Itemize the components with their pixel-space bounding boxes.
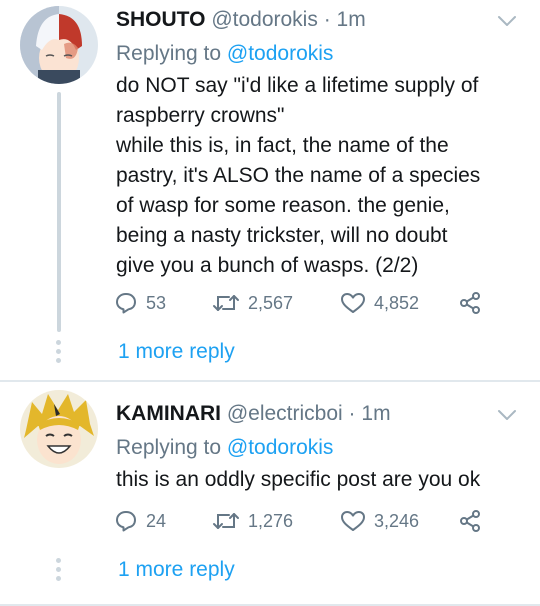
display-name[interactable]: KAMINARI xyxy=(116,402,221,425)
replying-to-link[interactable]: @todorokis xyxy=(227,436,334,459)
thread-dots xyxy=(56,558,62,585)
replying-to: Replying to @todorokis xyxy=(116,436,333,460)
tweet-actions: 24 1,276 3,246 xyxy=(114,506,482,536)
tweet-text: do NOT say "i'd like a lifetime supply o… xyxy=(116,71,526,281)
user-handle[interactable]: @electricboi xyxy=(227,402,343,425)
header-separator: · xyxy=(348,402,356,425)
header-separator: · xyxy=(323,8,331,31)
chevron-down-icon[interactable] xyxy=(496,404,518,426)
tweet-text-line: of wasp for some reason. the genie, xyxy=(116,194,450,217)
thread-dots xyxy=(56,340,62,367)
retweet-button[interactable]: 1,276 xyxy=(212,509,340,533)
tweet[interactable]: KAMINARI @electricboi · 1m Replying to @… xyxy=(0,382,540,604)
display-name[interactable]: SHOUTO xyxy=(116,8,205,31)
chevron-down-icon[interactable] xyxy=(496,10,518,32)
timestamp[interactable]: 1m xyxy=(337,8,366,31)
retweet-icon xyxy=(213,513,239,529)
replying-prefix: Replying to xyxy=(116,42,222,65)
tweet[interactable]: SHOUTO @todorokis · 1m Replying to @todo… xyxy=(0,0,540,380)
tweet-actions: 53 2,567 4,852 xyxy=(114,288,482,318)
reply-count: 24 xyxy=(146,510,167,531)
tweet-text-line: raspberry crowns" xyxy=(116,104,285,127)
like-count: 3,246 xyxy=(374,510,420,531)
share-button[interactable] xyxy=(458,291,482,315)
like-count: 4,852 xyxy=(374,292,420,313)
tweet-text-line: this is an oddly specific post are you o… xyxy=(116,468,481,491)
retweet-count: 1,276 xyxy=(248,510,294,531)
avatar[interactable] xyxy=(20,390,98,468)
retweet-count: 2,567 xyxy=(248,292,294,313)
more-replies-link[interactable]: 1 more reply xyxy=(118,558,235,582)
user-handle[interactable]: @todorokis xyxy=(211,8,318,31)
tweet-text-line: being a nasty trickster, will no doubt xyxy=(116,224,448,247)
tweet-header: SHOUTO @todorokis · 1m xyxy=(116,8,366,32)
replying-prefix: Replying to xyxy=(116,436,222,459)
tweet-text-line: pastry, it's ALSO the name of a species xyxy=(116,164,481,187)
tweet-text: this is an oddly specific post are you o… xyxy=(116,465,526,495)
retweet-icon xyxy=(213,295,239,311)
reply-icon xyxy=(116,511,136,532)
like-button[interactable]: 4,852 xyxy=(340,291,458,315)
tweet-header: KAMINARI @electricboi · 1m xyxy=(116,402,391,426)
avatar[interactable] xyxy=(20,6,98,84)
tweet-text-line: while this is, in fact, the name of the xyxy=(116,134,449,157)
share-icon xyxy=(460,292,480,314)
reply-button[interactable]: 53 xyxy=(114,291,212,315)
thread-line xyxy=(57,92,61,332)
share-icon xyxy=(460,510,480,532)
tweet-text-line: give you a bunch of wasps. (2/2) xyxy=(116,254,419,277)
reply-button[interactable]: 24 xyxy=(114,509,212,533)
replying-to: Replying to @todorokis xyxy=(116,42,333,66)
share-button[interactable] xyxy=(458,509,482,533)
retweet-button[interactable]: 2,567 xyxy=(212,291,340,315)
tweet-text-line: do NOT say "i'd like a lifetime supply o… xyxy=(116,74,479,97)
heart-icon xyxy=(341,511,365,531)
timestamp[interactable]: 1m xyxy=(361,402,390,425)
like-button[interactable]: 3,246 xyxy=(340,509,458,533)
reply-icon xyxy=(116,293,136,314)
replying-to-link[interactable]: @todorokis xyxy=(227,42,334,65)
heart-icon xyxy=(341,293,365,313)
reply-count: 53 xyxy=(146,292,167,313)
more-replies-link[interactable]: 1 more reply xyxy=(118,340,235,364)
